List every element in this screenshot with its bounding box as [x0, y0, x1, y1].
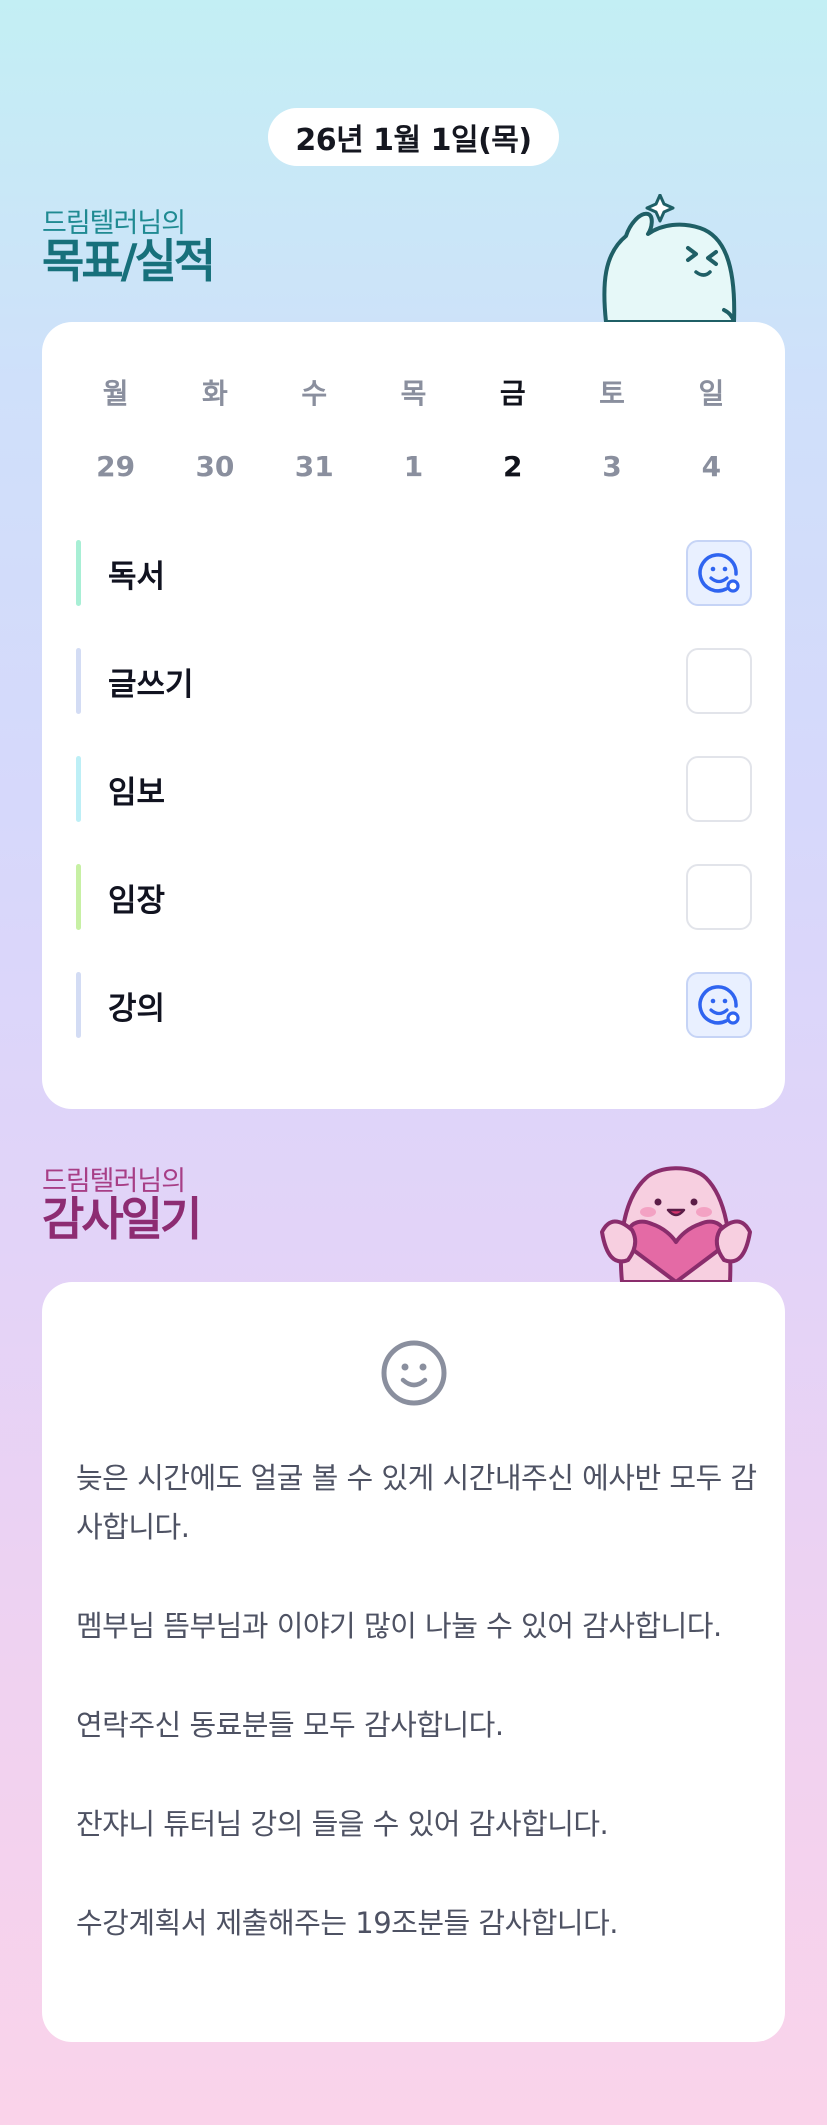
thanks-entry: 늦은 시간에도 얼굴 볼 수 있게 시간내주신 에사반 모두 감사합니다. — [76, 1461, 757, 1544]
weekday-fri[interactable]: 금 — [463, 372, 562, 412]
goals-title: 목표/실적 — [42, 234, 216, 288]
habit-label: 독서 — [108, 558, 166, 595]
habit-label: 임보 — [108, 774, 166, 811]
weekday-tue[interactable]: 화 — [165, 372, 264, 412]
habit-checkbox[interactable] — [686, 648, 752, 714]
date-cell[interactable]: 29 — [66, 450, 165, 483]
date-label: 26년 1월 1일(목) — [295, 123, 532, 158]
date-cell[interactable]: 30 — [165, 450, 264, 483]
smile-face-icon[interactable] — [379, 1338, 449, 1408]
thanks-subtitle: 드림텔러님의 — [42, 1166, 186, 1197]
habit-label: 글쓰기 — [108, 666, 194, 703]
week-calendar: 월 화 수 목 금 토 일 29 30 31 1 2 3 4 — [42, 372, 785, 483]
goals-card: 월 화 수 목 금 토 일 29 30 31 1 2 3 4 독서 글쓰기 임보… — [42, 322, 785, 1109]
goals-subtitle: 드림텔러님의 — [42, 208, 186, 239]
thanks-entry: 연락주신 동료분들 모두 감사합니다. — [76, 1708, 504, 1742]
thanks-card: 늦은 시간에도 얼굴 볼 수 있게 시간내주신 에사반 모두 감사합니다. 멤부… — [42, 1282, 785, 2042]
weekday-sun[interactable]: 일 — [662, 372, 761, 412]
habit-color-bar — [76, 756, 81, 822]
thanks-header: 드림텔러님의 감사일기 — [42, 1166, 202, 1246]
habit-item-lecture: 강의 — [76, 972, 752, 1038]
thanks-title: 감사일기 — [42, 1192, 202, 1246]
habit-checkbox-checked[interactable] — [686, 540, 752, 606]
habit-checkbox[interactable] — [686, 864, 752, 930]
date-cell[interactable]: 4 — [662, 450, 761, 483]
habit-checkbox-checked[interactable] — [686, 972, 752, 1038]
thanks-entry: 멤부님 뜸부님과 이야기 많이 나눌 수 있어 감사합니다. — [76, 1609, 722, 1643]
weekday-sat[interactable]: 토 — [562, 372, 661, 412]
habit-item-reading: 독서 — [76, 540, 752, 606]
date-cell-selected[interactable]: 2 — [463, 450, 562, 483]
date-cell[interactable]: 31 — [265, 450, 364, 483]
habit-label: 임장 — [108, 882, 166, 919]
ghost-mascot-icon — [602, 194, 737, 324]
thanks-entry: 잔쟈니 튜터님 강의 들을 수 있어 감사합니다. — [76, 1807, 609, 1841]
habit-color-bar — [76, 540, 81, 606]
thanks-entries: 늦은 시간에도 얼굴 볼 수 있게 시간내주신 에사반 모두 감사합니다. 멤부… — [76, 1454, 766, 1998]
weekday-wed[interactable]: 수 — [265, 372, 364, 412]
habit-color-bar — [76, 972, 81, 1038]
habit-list: 독서 글쓰기 임보 임장 강의 — [76, 540, 752, 1080]
habit-color-bar — [76, 864, 81, 930]
habit-label: 강의 — [108, 990, 166, 1027]
goals-header: 드림텔러님의 목표/실적 — [42, 208, 216, 288]
thanks-entry: 수강계획서 제출해주는 19조분들 감사합니다. — [76, 1906, 619, 1940]
smile-check-icon — [698, 985, 740, 1025]
weekday-row: 월 화 수 목 금 토 일 — [42, 372, 785, 412]
habit-item-imbo: 임보 — [76, 756, 752, 822]
date-selector[interactable]: 26년 1월 1일(목) — [268, 108, 559, 166]
habit-item-writing: 글쓰기 — [76, 648, 752, 714]
habit-color-bar — [76, 648, 81, 714]
weekday-mon[interactable]: 월 — [66, 372, 165, 412]
habit-checkbox[interactable] — [686, 756, 752, 822]
date-row: 29 30 31 1 2 3 4 — [42, 450, 785, 483]
date-cell[interactable]: 3 — [562, 450, 661, 483]
date-cell[interactable]: 1 — [364, 450, 463, 483]
weekday-thu[interactable]: 목 — [364, 372, 463, 412]
heart-mascot-icon — [600, 1166, 752, 1282]
smile-check-icon — [698, 553, 740, 593]
habit-item-imjang: 임장 — [76, 864, 752, 930]
